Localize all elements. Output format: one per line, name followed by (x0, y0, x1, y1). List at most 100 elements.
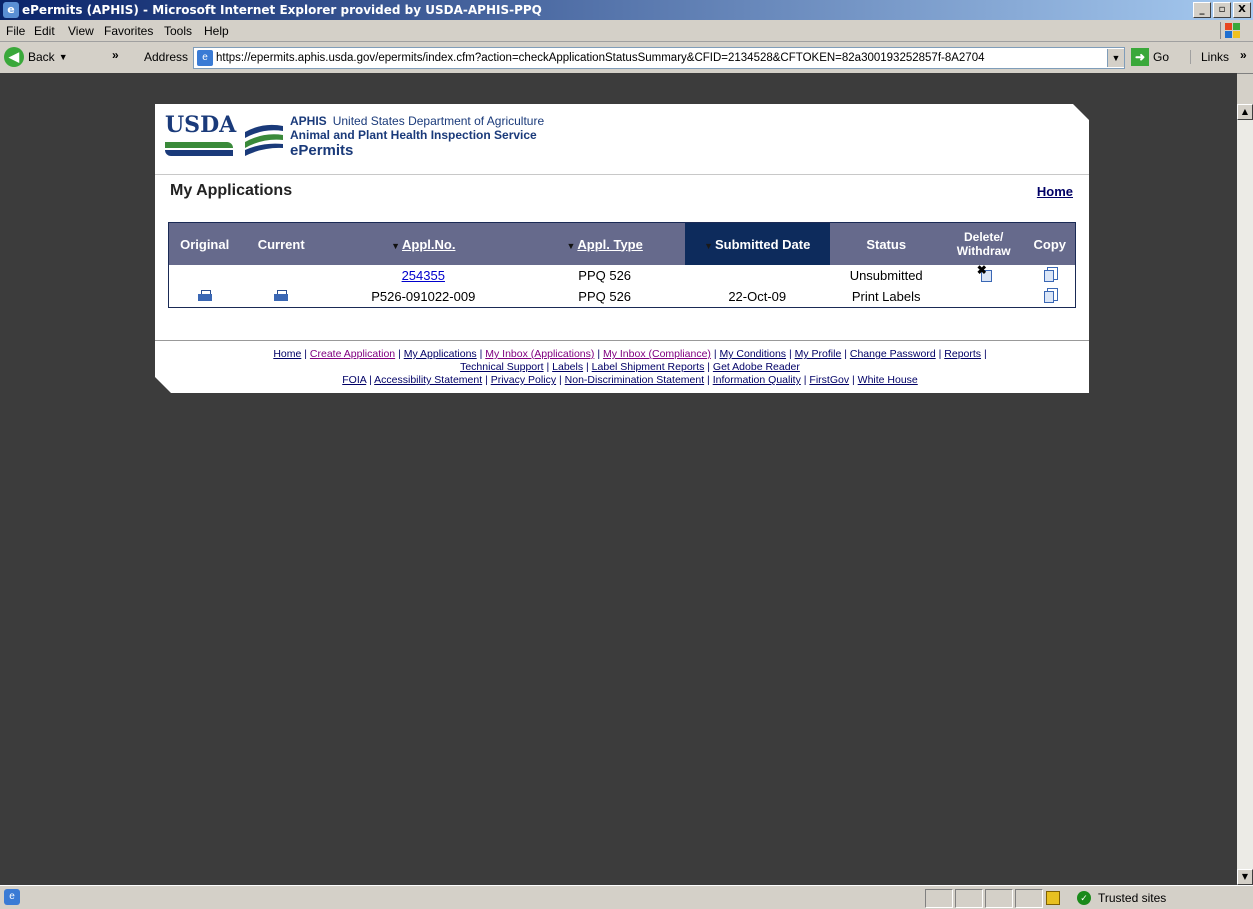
footer-link-label-shipment-reports[interactable]: Label Shipment Reports (592, 361, 705, 373)
col-original: Original (168, 222, 241, 265)
lock-icon (1046, 891, 1060, 905)
footer-link-accessibility[interactable]: Accessibility Statement (374, 374, 482, 386)
footer-link-my-inbox-applications[interactable]: My Inbox (Applications) (485, 348, 594, 360)
links-button[interactable]: Links (1190, 50, 1229, 64)
cell-original (169, 286, 241, 308)
table-row: 254355 PPQ 526 Unsubmitted ✖ (169, 263, 1076, 286)
windows-logo-icon (1220, 22, 1247, 39)
footer-link-information-quality[interactable]: Information Quality (713, 374, 801, 386)
address-url[interactable]: https://epermits.aphis.usda.gov/epermits… (216, 52, 1107, 64)
menu-tools[interactable]: Tools (164, 24, 192, 38)
footer-link-my-inbox-compliance[interactable]: My Inbox (Compliance) (603, 348, 711, 360)
col-current: Current (240, 222, 323, 265)
print-original-icon[interactable] (197, 290, 212, 301)
footer-link-my-applications[interactable]: My Applications (404, 348, 477, 360)
sort-arrow-icon: ▼ (391, 240, 401, 251)
footer-link-create-application[interactable]: Create Application (310, 348, 395, 360)
cell-copy (1025, 265, 1076, 286)
go-arrow-icon: ➜ (1131, 48, 1149, 66)
cell-appl-type: PPQ 526 (578, 289, 632, 304)
appl-no-link[interactable]: 254355 (402, 268, 445, 283)
cell-appl-no: 254355 (322, 265, 524, 286)
sort-arrow-icon: ▼ (566, 240, 576, 251)
footer-link-firstgov[interactable]: FirstGov (809, 374, 849, 386)
footer-link-home[interactable]: Home (273, 348, 301, 360)
footer-link-reports[interactable]: Reports (944, 348, 981, 360)
links-chevron-icon[interactable]: » (1240, 48, 1247, 62)
scroll-down-icon[interactable]: ▼ (1237, 869, 1253, 885)
cell-original (169, 265, 241, 286)
epermits-page: USDA APHIS United States Department of Ag… (155, 104, 1089, 393)
department-name: United States Department of Agriculture (332, 114, 545, 128)
address-input[interactable]: e https://epermits.aphis.usda.gov/epermi… (193, 47, 1125, 69)
minimize-button[interactable]: _ (1193, 2, 1211, 18)
menu-file[interactable]: File (6, 24, 25, 38)
menu-view[interactable]: View (68, 24, 94, 38)
col-status: Status (829, 222, 943, 265)
footer-link-technical-support[interactable]: Technical Support (460, 361, 543, 373)
page-title: My Applications (170, 182, 293, 199)
title-bar: e ePermits (APHIS) - Microsoft Internet … (0, 0, 1253, 20)
cell-status: Print Labels (851, 289, 921, 304)
status-bar: e ✓ Trusted sites (0, 885, 1253, 909)
col-appl-type[interactable]: ▼ Appl. Type (524, 222, 685, 265)
app-name: ePermits (290, 142, 354, 159)
back-dropdown-icon[interactable]: ▼ (59, 52, 68, 62)
trusted-sites-icon: ✓ (1077, 891, 1091, 905)
table-row: P526-091022-009 PPQ 526 22-Oct-09 Print … (169, 286, 1076, 308)
cell-status: Unsubmitted (849, 268, 923, 283)
address-dropdown-icon[interactable]: ▼ (1107, 49, 1124, 67)
footer-link-my-profile[interactable]: My Profile (795, 348, 842, 360)
applications-table: Original Current ▼ Appl.No. ▼ Appl. Type ▼… (168, 222, 1076, 308)
vertical-scrollbar[interactable]: ▲ ▼ (1237, 104, 1253, 885)
window-title: ePermits (APHIS) - Microsoft Internet Ex… (22, 3, 542, 17)
aphis-label: APHIS (290, 114, 327, 128)
cell-appl-no: P526-091022-009 (371, 289, 476, 304)
footer-links: Home | Create Application | My Applicati… (273, 348, 987, 386)
footer-link-non-discrimination[interactable]: Non-Discrimination Statement (565, 374, 704, 386)
col-copy: Copy (1024, 222, 1076, 265)
cell-current (240, 286, 322, 308)
footer-link-get-adobe-reader[interactable]: Get Adobe Reader (713, 361, 800, 373)
sort-arrow-icon: ▼ (704, 240, 713, 251)
footer-link-privacy[interactable]: Privacy Policy (491, 374, 556, 386)
address-toolbar: ◀ Back ▼ » Address e https://epermits.ap… (0, 42, 1253, 74)
cell-delete (943, 286, 1025, 308)
footer-link-my-conditions[interactable]: My Conditions (720, 348, 787, 360)
browser-viewport: USDA APHIS United States Department of Ag… (0, 73, 1237, 885)
print-current-icon[interactable] (274, 290, 289, 301)
scroll-up-icon[interactable]: ▲ (1237, 104, 1253, 120)
go-button[interactable]: ➜ Go (1131, 48, 1169, 66)
close-button[interactable]: X (1233, 2, 1251, 18)
footer-link-foia[interactable]: FOIA (342, 374, 366, 386)
footer-link-change-password[interactable]: Change Password (850, 348, 936, 360)
col-submitted-date[interactable]: ▼ Submitted Date (684, 222, 830, 265)
home-link[interactable]: Home (1037, 184, 1073, 199)
back-label: Back (28, 50, 55, 64)
usda-logo: USDA (165, 114, 236, 160)
footer-link-white-house[interactable]: White House (858, 374, 918, 386)
copy-icon[interactable] (1043, 267, 1058, 282)
footer-link-labels[interactable]: Labels (552, 361, 583, 373)
restore-button[interactable]: ▫ (1213, 2, 1231, 18)
service-name: Animal and Plant Health Inspection Servi… (290, 128, 537, 142)
page-status-icon: e (4, 889, 20, 905)
copy-icon[interactable] (1043, 288, 1058, 303)
cell-delete: ✖ (943, 263, 1025, 286)
menu-help[interactable]: Help (204, 24, 229, 38)
security-zone: Trusted sites (1098, 891, 1167, 905)
col-delete-withdraw: Delete/Withdraw (942, 222, 1025, 265)
delete-icon[interactable]: ✖ (977, 263, 992, 282)
agency-header: APHIS United States Department of Agricul… (290, 114, 544, 159)
menu-favorites[interactable]: Favorites (104, 24, 153, 38)
ie-icon: e (3, 2, 19, 18)
back-button[interactable]: ◀ Back ▼ (4, 46, 68, 68)
col-appl-no[interactable]: ▼ Appl.No. (322, 222, 525, 265)
cell-submitted (685, 265, 830, 286)
back-arrow-icon: ◀ (4, 47, 24, 67)
cell-copy (1025, 286, 1076, 308)
menu-edit[interactable]: Edit (34, 24, 55, 38)
cell-current (240, 265, 322, 286)
toolbar-chevron-icon[interactable]: » (112, 48, 119, 62)
cell-submitted: 22-Oct-09 (728, 289, 787, 304)
